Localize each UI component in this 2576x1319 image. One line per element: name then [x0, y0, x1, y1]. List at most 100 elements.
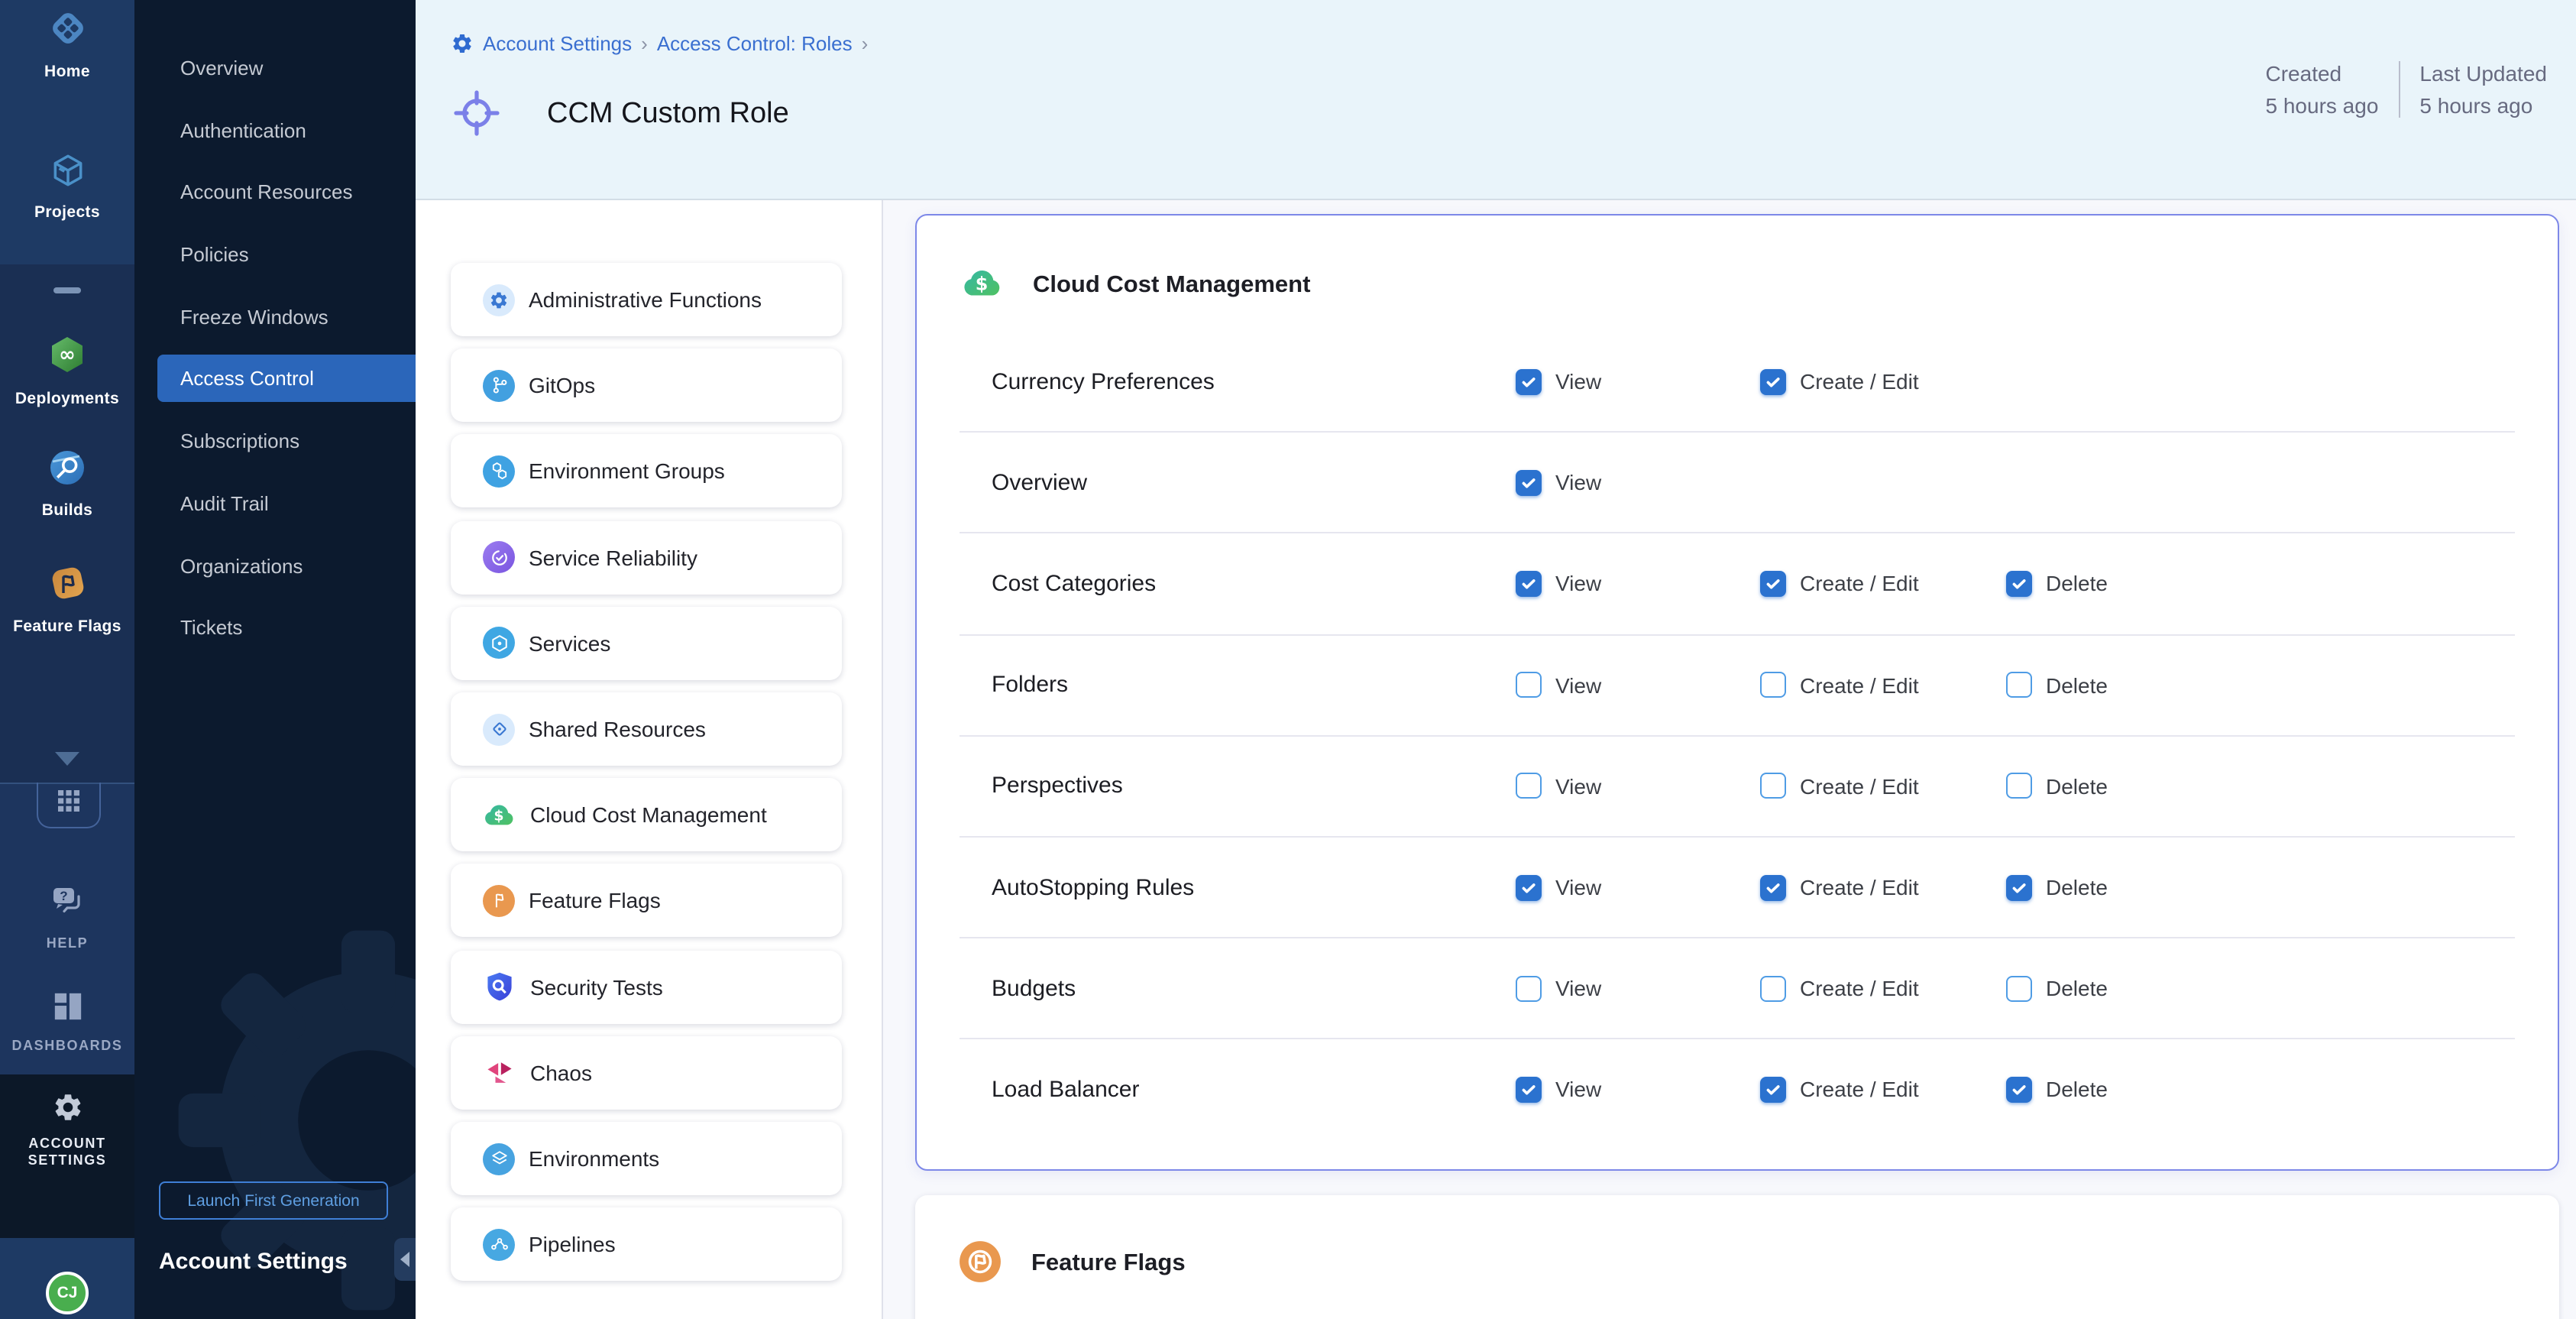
checkbox-label: Delete [2046, 976, 2108, 1000]
svg-text:?: ? [59, 889, 66, 903]
view-checkbox[interactable] [1516, 773, 1542, 799]
view-checkbox[interactable] [1516, 571, 1542, 597]
nav-item-organizations[interactable]: Organizations [134, 542, 416, 589]
rail-item-deployments[interactable]: ∞ Deployments [0, 333, 134, 408]
flag-icon [483, 885, 515, 917]
delete-checkbox[interactable] [2006, 874, 2032, 900]
permission-row-perspectives: PerspectivesViewCreate / EditDelete [960, 735, 2515, 836]
shield-icon [481, 969, 516, 1004]
user-avatar[interactable]: CJ [46, 1272, 89, 1314]
launch-first-generation-button[interactable]: Launch First Generation [159, 1181, 388, 1220]
module-card-label: Cloud Cost Management [530, 802, 767, 827]
permission-cell-view: View [1516, 672, 1601, 698]
permission-cell-view: View [1516, 368, 1601, 394]
module-list-panel: Administrative Functions GitOps Environmen… [416, 200, 883, 1319]
checkbox-label: View [1555, 976, 1601, 1000]
permission-cell-delete: Delete [2006, 672, 2108, 698]
breadcrumb-account-settings[interactable]: Account Settings [483, 32, 632, 55]
permission-cell-view: View [1516, 571, 1601, 597]
permission-row-folders: FoldersViewCreate / EditDelete [960, 634, 2515, 734]
module-card-label: Service Reliability [529, 545, 697, 569]
checkbox-label: Delete [2046, 572, 2108, 596]
nav-item-overview[interactable]: Overview [134, 44, 416, 92]
permission-cell-view: View [1516, 1077, 1601, 1103]
create_edit-checkbox[interactable] [1760, 773, 1786, 799]
module-card-security-tests[interactable]: Security Tests [451, 950, 842, 1023]
create_edit-checkbox[interactable] [1760, 571, 1786, 597]
module-card-label: Environment Groups [529, 459, 725, 484]
view-checkbox[interactable] [1516, 470, 1542, 496]
module-card-services[interactable]: Services [451, 607, 842, 680]
nav-item-authentication[interactable]: Authentication [134, 106, 416, 154]
view-checkbox[interactable] [1516, 672, 1542, 698]
nav-item-subscriptions[interactable]: Subscriptions [134, 417, 416, 465]
module-card-feature-flags[interactable]: Feature Flags [451, 864, 842, 938]
help-chat-icon: ? [48, 883, 86, 928]
rail-label-account: ACCOUNT [28, 1136, 105, 1151]
rail-item-home[interactable]: Home [0, 8, 134, 81]
create_edit-checkbox[interactable] [1760, 368, 1786, 394]
delete-checkbox[interactable] [2006, 975, 2032, 1001]
module-card-pipelines[interactable]: Pipelines [451, 1207, 842, 1281]
view-checkbox[interactable] [1516, 975, 1542, 1001]
rail-label-builds: Builds [42, 501, 93, 520]
deployments-icon: ∞ [46, 333, 89, 384]
pipeline-icon [483, 1228, 515, 1260]
created-value: 5 hours ago [2266, 93, 2379, 118]
delete-checkbox[interactable] [2006, 773, 2032, 799]
create_edit-checkbox[interactable] [1760, 874, 1786, 900]
nav-item-freeze-windows[interactable]: Freeze Windows [134, 293, 416, 341]
delete-checkbox[interactable] [2006, 1077, 2032, 1103]
module-card-environments[interactable]: Environments [451, 1122, 842, 1195]
module-card-label: GitOps [529, 373, 595, 397]
create_edit-checkbox[interactable] [1760, 975, 1786, 1001]
view-checkbox[interactable] [1516, 368, 1542, 394]
create_edit-checkbox[interactable] [1760, 672, 1786, 698]
permission-cell-view: View [1516, 975, 1601, 1001]
view-checkbox[interactable] [1516, 1077, 1542, 1103]
nav-collapse-button[interactable] [394, 1238, 416, 1281]
delete-checkbox[interactable] [2006, 571, 2032, 597]
checkbox-label: Create / Edit [1800, 572, 1919, 596]
rail-item-builds[interactable]: Builds [0, 448, 134, 520]
module-card-shared-resources[interactable]: Shared Resources [451, 692, 842, 766]
checkbox-label: View [1555, 774, 1601, 799]
checkbox-label: View [1555, 1078, 1601, 1102]
page-header: Account Settings › Access Control: Roles… [416, 0, 2576, 200]
nav-item-access-control[interactable]: Access Control [157, 355, 416, 403]
checkbox-label: Create / Edit [1800, 369, 1919, 394]
module-card-administrative-functions[interactable]: Administrative Functions [451, 263, 842, 336]
nav-item-tickets[interactable]: Tickets [134, 604, 416, 651]
module-card-environment-groups[interactable]: Environment Groups [451, 435, 842, 508]
nav-item-audit-trail[interactable]: Audit Trail [134, 480, 416, 527]
permission-row-cost-categories: Cost CategoriesViewCreate / EditDelete [960, 533, 2515, 634]
permission-row-label: Load Balancer [992, 1077, 1140, 1103]
module-selector-button[interactable] [37, 783, 101, 828]
module-card-label: Security Tests [530, 974, 663, 999]
permission-row-label: Currency Preferences [992, 368, 1215, 394]
rail-chevron-down-icon[interactable] [55, 752, 79, 766]
nav-item-policies[interactable]: Policies [134, 231, 416, 278]
create_edit-checkbox[interactable] [1760, 1077, 1786, 1103]
feature-flags-section-icon [958, 1240, 1002, 1291]
rail-item-feature-flags[interactable]: Feature Flags [0, 562, 134, 636]
nav-item-account-resources[interactable]: Account Resources [134, 169, 416, 216]
rail-item-help[interactable]: ? HELP [0, 883, 134, 951]
module-card-chaos[interactable]: Chaos [451, 1036, 842, 1110]
dashboards-icon [51, 990, 83, 1030]
rail-label-help: HELP [47, 935, 88, 951]
shared-icon [483, 713, 515, 745]
delete-checkbox[interactable] [2006, 672, 2032, 698]
module-card-gitops[interactable]: GitOps [451, 348, 842, 422]
rail-item-projects[interactable]: Projects [0, 151, 134, 222]
view-checkbox[interactable] [1516, 874, 1542, 900]
role-target-icon [452, 89, 501, 145]
nav-bottom: Launch First Generation Account Settings [134, 1181, 416, 1319]
module-card-service-reliability[interactable]: Service Reliability [451, 520, 842, 594]
breadcrumb-separator-2: › [862, 32, 869, 55]
rail-item-account-settings[interactable]: ACCOUNT SETTINGS [0, 1091, 134, 1168]
harness-app: Home Projects ∞ Deployments Builds [0, 0, 2576, 1319]
breadcrumb-access-control-roles[interactable]: Access Control: Roles [657, 32, 853, 55]
rail-item-dashboards[interactable]: DASHBOARDS [0, 990, 134, 1053]
module-card-cloud-cost-management[interactable]: $Cloud Cost Management [451, 778, 842, 851]
